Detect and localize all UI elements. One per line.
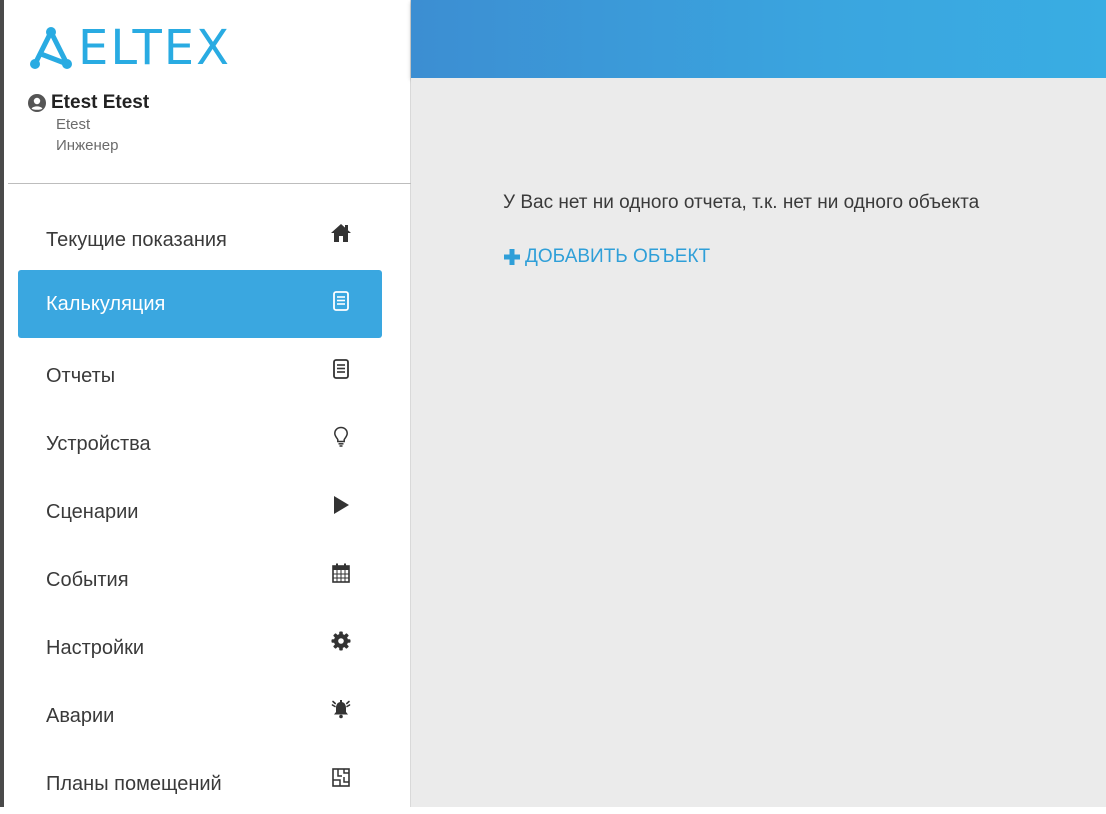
eltex-logo[interactable]: ELTEX — [28, 22, 231, 74]
sidebar-item-label: Планы помещений — [46, 772, 222, 795]
sidebar-item-label: Сценарии — [46, 500, 139, 523]
sidebar: ELTEX Etest Etest Etest Инженер Текущие … — [4, 0, 414, 807]
empty-state-message: У Вас нет ни одного отчета, т.к. нет ни … — [503, 192, 980, 213]
profile-divider — [8, 183, 414, 184]
lightbulb-icon — [330, 426, 352, 448]
sidebar-item-settings[interactable]: Настройки — [18, 610, 382, 678]
sidebar-item-label: Текущие показания — [46, 228, 227, 251]
sidebar-item-current-readings[interactable]: Текущие показания — [18, 202, 382, 270]
sidebar-item-label: События — [46, 568, 129, 591]
sidebar-item-devices[interactable]: Устройства — [18, 406, 382, 474]
brand-name: ELTEX — [78, 20, 231, 76]
alarm-bell-icon — [330, 698, 352, 720]
add-object-button[interactable]: ДОБАВИТЬ ОБЪЕКТ — [503, 246, 710, 268]
sidebar-item-label: Устройства — [46, 432, 151, 455]
sidebar-item-calculation[interactable]: Калькуляция — [18, 270, 382, 338]
sidebar-menu: Текущие показания Калькуляция Отчеты Уст… — [18, 202, 382, 814]
sidebar-item-label: Настройки — [46, 636, 145, 659]
gear-icon — [330, 630, 352, 652]
sidebar-item-reports[interactable]: Отчеты — [18, 338, 382, 406]
sidebar-item-label: Аварии — [46, 704, 115, 727]
sidebar-item-events[interactable]: События — [18, 542, 382, 610]
user-name: Etest Etest — [51, 92, 150, 113]
eltex-logo-mark-icon — [30, 27, 72, 69]
floor-plan-icon — [330, 766, 352, 788]
sidebar-item-scenarios[interactable]: Сценарии — [18, 474, 382, 542]
user-login: Etest — [56, 116, 91, 133]
user-profile: Etest Etest Etest Инженер — [28, 92, 149, 156]
add-object-label: ДОБАВИТЬ ОБЪЕКТ — [525, 246, 711, 267]
user-circle-icon — [28, 94, 46, 112]
play-icon — [330, 494, 352, 516]
top-app-bar — [411, 0, 1106, 78]
user-role: Инженер — [56, 137, 119, 154]
plus-icon — [504, 249, 520, 265]
home-icon — [330, 222, 352, 244]
sidebar-item-label: Калькуляция — [46, 292, 166, 315]
document-icon — [330, 290, 352, 312]
document-icon — [330, 358, 352, 380]
sidebar-item-label: Отчеты — [46, 364, 116, 387]
main-content: У Вас нет ни одного отчета, т.к. нет ни … — [411, 78, 1106, 807]
sidebar-item-floor-plans[interactable]: Планы помещений — [18, 746, 382, 814]
sidebar-item-alarms[interactable]: Аварии — [18, 678, 382, 746]
calendar-icon — [330, 562, 352, 584]
